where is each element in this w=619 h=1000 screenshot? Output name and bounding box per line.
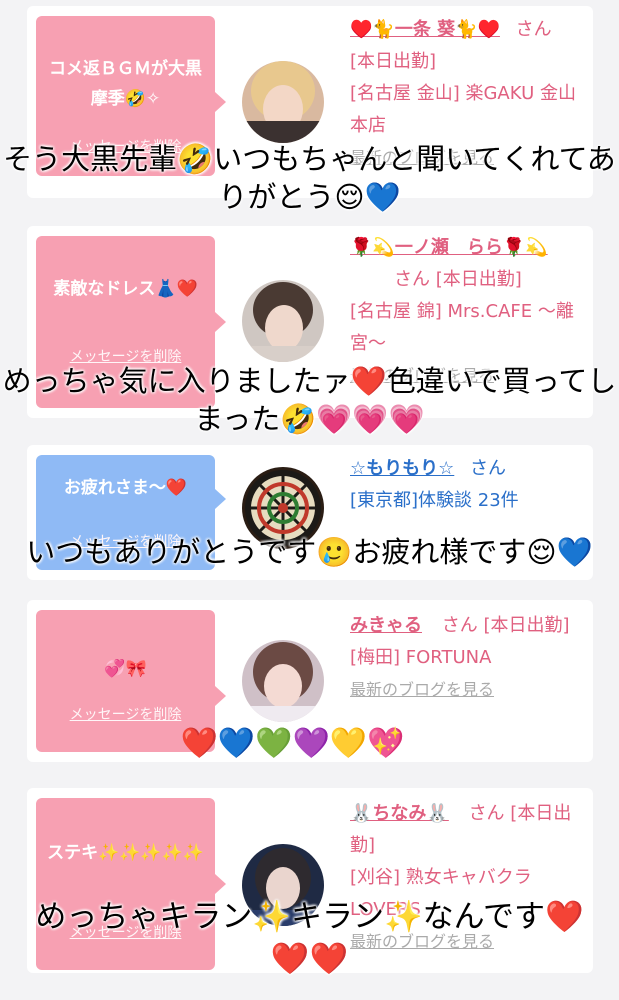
profile-info: ☆もりもり☆ さん [東京都]体験談 23件	[350, 453, 585, 517]
delete-message-link[interactable]: メッセージを削除	[36, 704, 215, 724]
honorific: さん	[468, 803, 505, 824]
shop-name[interactable]: [梅田] FORTUNA	[350, 647, 491, 668]
profile-name[interactable]: ☆もりもり☆	[350, 458, 454, 479]
honorific: さん	[441, 615, 478, 636]
profile-name[interactable]: みきゃる	[350, 615, 422, 636]
avatar[interactable]	[242, 280, 324, 362]
message-text: ステキ✨✨✨✨✨	[47, 843, 204, 863]
status-text: [本日出勤]	[435, 269, 522, 290]
profile-info: みきゃる さん [本日出勤] [梅田] FORTUNA 最新のブログを見る	[350, 610, 585, 706]
honorific: さん	[515, 19, 552, 40]
message-text: 素敵なドレス👗❤️	[53, 279, 198, 299]
overlay-caption: めっちゃ気に入りましたァ❤️色違いで買ってしまった🤣💗💗💗	[2, 364, 617, 436]
status-text: [本日出勤]	[483, 615, 570, 636]
overlay-caption: めっちゃキラン✨キラン✨なんです❤️❤️❤️	[35, 899, 584, 977]
avatar[interactable]	[242, 61, 324, 143]
overlay-caption: そう大黒先輩🤣いつもちゃんと聞いてくれてありがとう😌💙	[3, 142, 616, 214]
honorific: さん	[394, 269, 430, 290]
message-text: お疲れさま〜❤️	[63, 478, 188, 498]
status-text: [本日出勤]	[350, 51, 437, 72]
message-text: コメ返ＢＧＭが大黒摩季🤣✧	[49, 59, 202, 109]
avatar[interactable]	[242, 640, 324, 722]
profile-name[interactable]: 🐰ちなみ🐰	[350, 803, 449, 824]
shop-name[interactable]: [名古屋 錦] Mrs.CAFE ～離宮～	[350, 301, 574, 354]
overlay-caption: ❤️💙💚💜💛💖	[180, 726, 405, 761]
message-text: 💞🎀	[104, 659, 147, 679]
shop-name[interactable]: [名古屋 金山] 楽GAKU 金山本店	[350, 83, 576, 136]
profile-name[interactable]: ♥️🐈一条 葵🐈♥️	[350, 19, 500, 40]
honorific: さん	[470, 458, 507, 479]
shop-name[interactable]: [東京都]体験談 23件	[350, 490, 519, 511]
blog-link[interactable]: 最新のブログを見る	[350, 680, 494, 699]
profile-name[interactable]: 🌹💫一ノ瀬 らら🌹💫	[350, 237, 548, 258]
overlay-caption: いつもありがとうです🥲お疲れ様です😌💙	[26, 535, 593, 569]
